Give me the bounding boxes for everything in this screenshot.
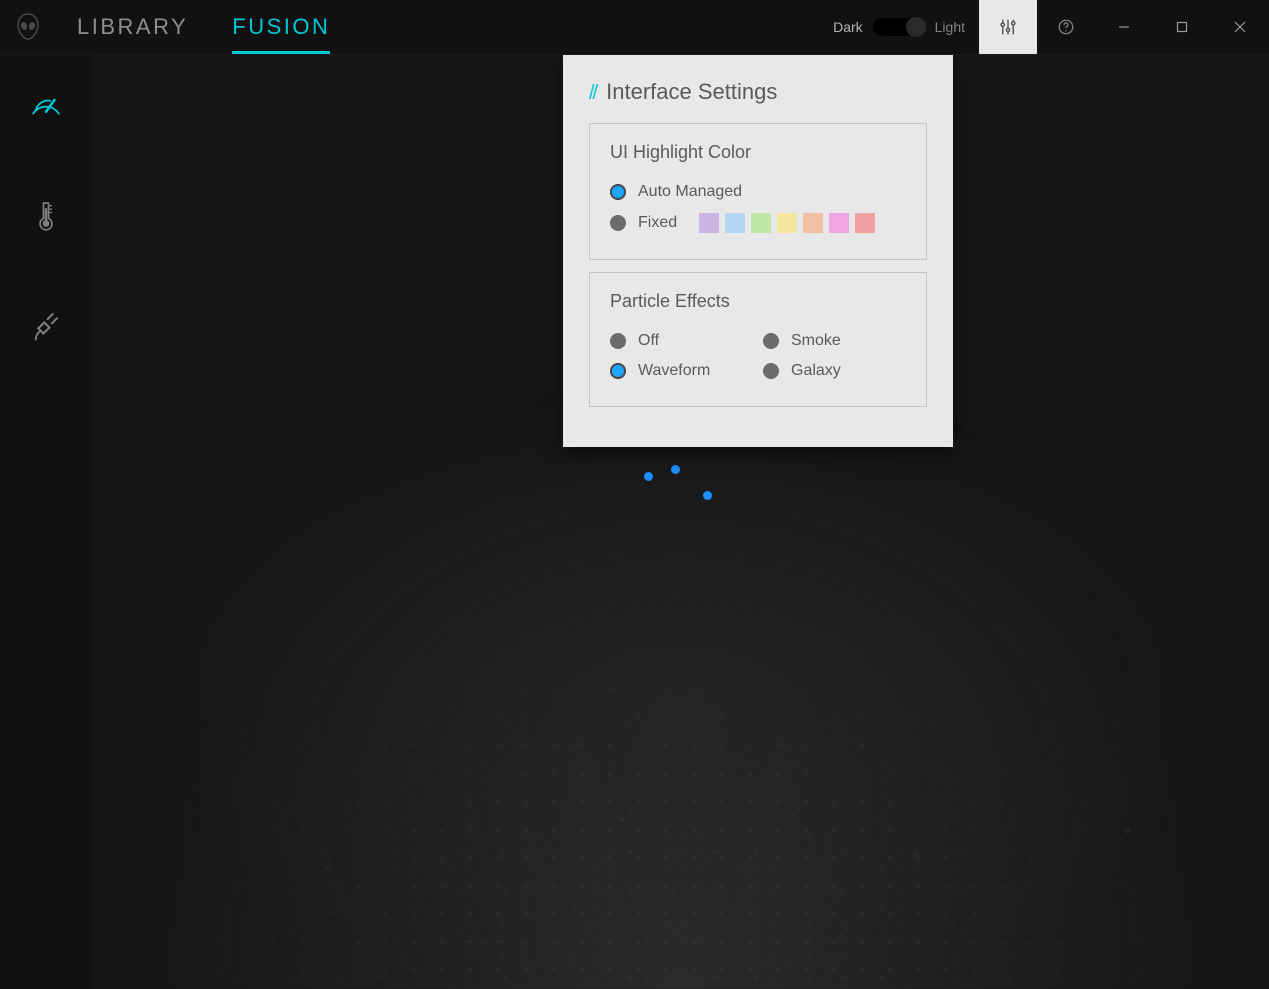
thermometer-icon: [29, 198, 63, 232]
window-controls: [1095, 0, 1269, 54]
highlight-heading: UI Highlight Color: [610, 142, 906, 163]
help-icon: [1057, 18, 1075, 36]
option-label: Auto Managed: [638, 183, 742, 201]
radio-icon: [610, 215, 626, 231]
theme-switch[interactable]: Dark Light: [819, 0, 979, 54]
maximize-button[interactable]: [1153, 0, 1211, 55]
minimize-icon: [1118, 21, 1130, 33]
radio-icon: [610, 333, 626, 349]
theme-dark-label: Dark: [833, 19, 863, 35]
theme-toggle-track[interactable]: [873, 18, 925, 36]
tab-fusion[interactable]: FUSION: [210, 0, 352, 54]
color-swatch[interactable]: [829, 213, 849, 233]
sidebar-item-performance[interactable]: [26, 85, 66, 125]
sliders-icon: [999, 18, 1017, 36]
option-label: Off: [638, 332, 659, 350]
theme-light-label: Light: [935, 19, 965, 35]
particle-option-off[interactable]: Off: [610, 326, 753, 356]
particle-background: [92, 382, 1269, 989]
particle-heading: Particle Effects: [610, 291, 906, 312]
panel-title: Interface Settings: [606, 79, 777, 105]
radio-icon: [610, 184, 626, 200]
help-button[interactable]: [1037, 0, 1095, 54]
particle-option-waveform[interactable]: Waveform: [610, 356, 753, 386]
color-swatch[interactable]: [725, 213, 745, 233]
loading-dot: [671, 465, 680, 474]
sidebar-item-thermal[interactable]: [26, 195, 66, 235]
minimize-button[interactable]: [1095, 0, 1153, 55]
alien-logo-icon: [16, 13, 40, 41]
title-decoration: //: [589, 82, 596, 105]
main-tabs: LIBRARY FUSION: [55, 0, 352, 54]
radio-icon: [610, 363, 626, 379]
power-plug-icon: [29, 308, 63, 342]
sidebar-item-power[interactable]: [26, 305, 66, 345]
color-swatch[interactable]: [777, 213, 797, 233]
particle-option-smoke[interactable]: Smoke: [763, 326, 906, 356]
option-label: Smoke: [791, 332, 841, 350]
highlight-color-card: UI Highlight Color Auto Managed Fixed: [589, 123, 927, 260]
close-icon: [1234, 21, 1246, 33]
particle-option-galaxy[interactable]: Galaxy: [763, 356, 906, 386]
color-swatch[interactable]: [699, 213, 719, 233]
color-swatch[interactable]: [751, 213, 771, 233]
color-swatches: [699, 213, 875, 233]
maximize-icon: [1176, 21, 1188, 33]
highlight-option-fixed[interactable]: Fixed: [610, 207, 906, 239]
option-label: Galaxy: [791, 362, 841, 380]
close-button[interactable]: [1211, 0, 1269, 55]
radio-icon: [763, 333, 779, 349]
speedometer-icon: [29, 88, 63, 122]
option-label: Waveform: [638, 362, 710, 380]
highlight-option-auto[interactable]: Auto Managed: [610, 177, 906, 207]
main-area: // Interface Settings UI Highlight Color…: [92, 55, 1269, 989]
topbar: LIBRARY FUSION Dark Light: [0, 0, 1269, 55]
app-logo: [0, 0, 55, 54]
color-swatch[interactable]: [855, 213, 875, 233]
theme-toggle-knob: [906, 17, 926, 37]
tab-library[interactable]: LIBRARY: [55, 0, 210, 54]
radio-icon: [763, 363, 779, 379]
loading-dot: [703, 491, 712, 500]
color-swatch[interactable]: [803, 213, 823, 233]
sidebar: [0, 55, 92, 989]
interface-settings-panel: // Interface Settings UI Highlight Color…: [563, 55, 953, 447]
option-label: Fixed: [638, 214, 677, 232]
settings-button[interactable]: [979, 0, 1037, 54]
loading-dot: [644, 472, 653, 481]
particle-effects-card: Particle Effects Off Smoke Waveform Gala…: [589, 272, 927, 407]
